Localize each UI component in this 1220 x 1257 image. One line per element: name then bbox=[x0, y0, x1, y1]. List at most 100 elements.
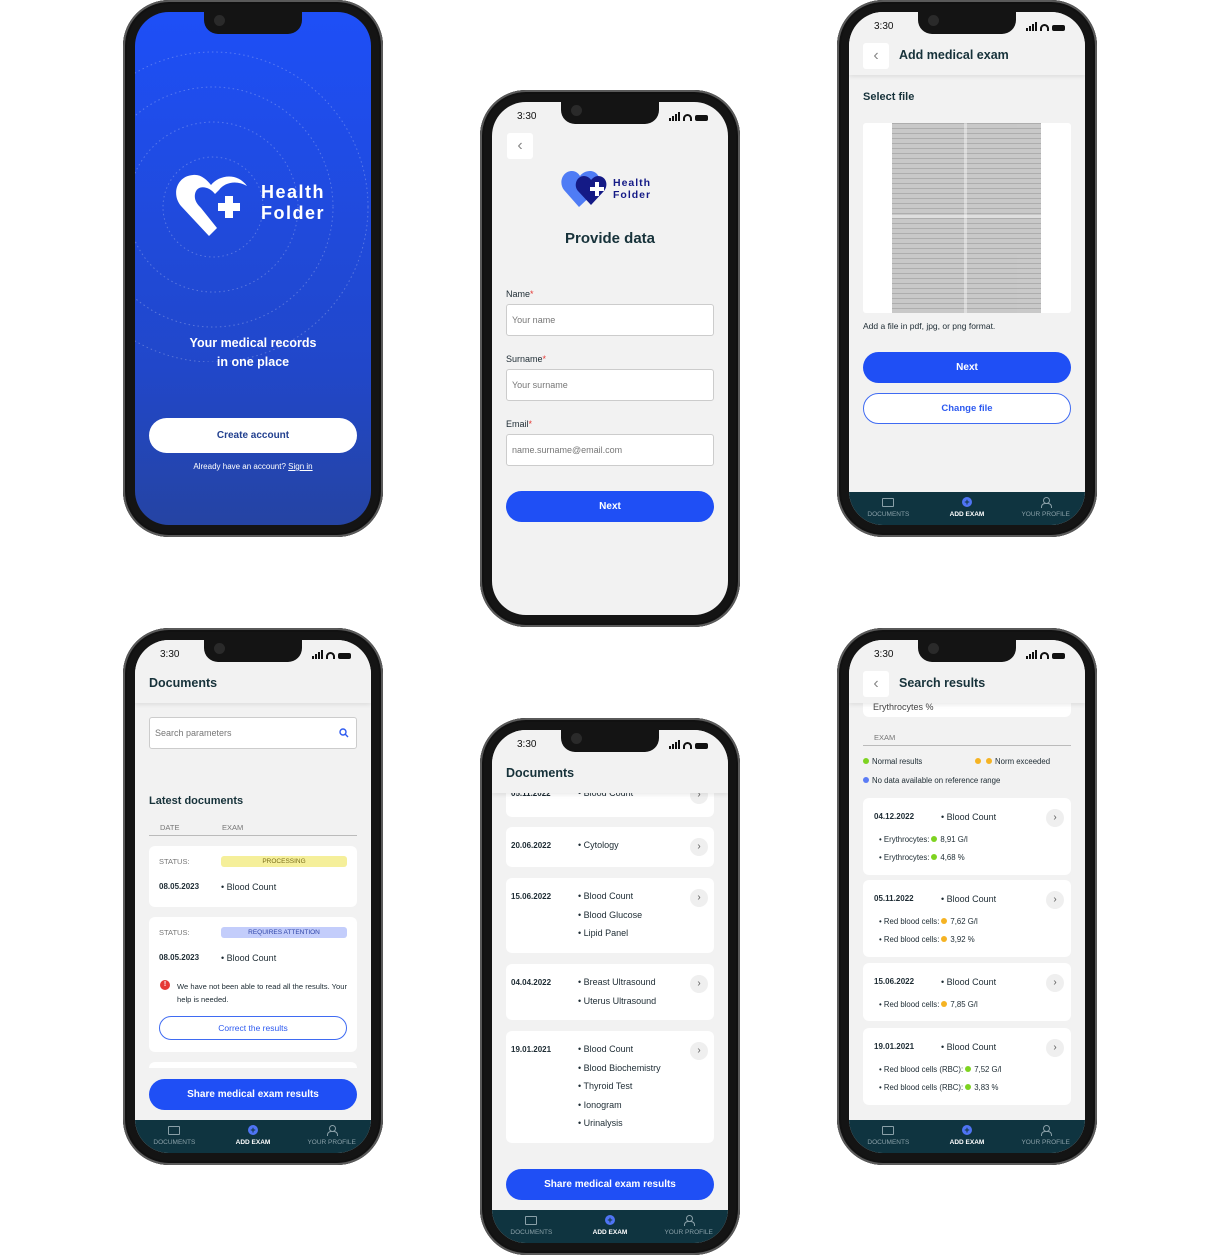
email-input[interactable]: name.surname@email.com bbox=[506, 434, 714, 466]
nav-item-your-profile[interactable]: YOUR PROFILE bbox=[1006, 492, 1085, 525]
folder-icon bbox=[849, 1124, 928, 1136]
wifi-icon bbox=[1040, 24, 1049, 31]
result-label: • Red blood cells: bbox=[879, 1000, 940, 1009]
result-date: 19.01.2021 bbox=[874, 1042, 915, 1051]
next-button[interactable]: Next bbox=[506, 491, 714, 522]
signal-icon bbox=[1026, 22, 1037, 31]
exam-name: • Thyroid Test bbox=[578, 1081, 633, 1091]
result-row: • Red blood cells: 7,85 G/l bbox=[879, 1000, 978, 1009]
exam-name: • Cytology bbox=[578, 840, 619, 850]
result-label: • Red blood cells: bbox=[879, 935, 940, 944]
nav-item-your-profile[interactable]: YOUR PROFILE bbox=[1006, 1120, 1085, 1153]
nav-label: DOCUMENTS bbox=[153, 1139, 196, 1146]
result-card[interactable]: 04.12.2022 • Blood Count › • Erythrocytes: 8… bbox=[863, 798, 1071, 875]
normal-dot-icon bbox=[931, 836, 938, 842]
exam-name: • Blood Count bbox=[941, 977, 997, 987]
nav-item-documents[interactable]: DOCUMENTS bbox=[849, 492, 928, 525]
heart-logo-icon bbox=[561, 171, 607, 207]
correct-results-button[interactable]: Correct the results bbox=[159, 1016, 347, 1040]
result-date: 04.12.2022 bbox=[874, 812, 915, 821]
legend-exceeded: Norm exceeded bbox=[973, 757, 1050, 766]
battery-icon bbox=[695, 115, 708, 121]
notch bbox=[204, 12, 302, 34]
phone-add-exam: 3:30 ‹ Add medical exam Select file Add … bbox=[837, 0, 1097, 537]
plus-circle-icon: + bbox=[214, 1124, 293, 1136]
folder-shape bbox=[882, 1125, 895, 1135]
search-input[interactable]: Search parameters bbox=[149, 717, 357, 749]
nav-label: YOUR PROFILE bbox=[664, 1229, 713, 1236]
next-button[interactable]: Next bbox=[863, 352, 1071, 383]
exam-name: • Blood Count bbox=[221, 953, 277, 963]
share-results-button[interactable]: Share medical exam results bbox=[149, 1079, 357, 1110]
battery-icon bbox=[1052, 25, 1065, 31]
exam-name: • Blood Count bbox=[578, 1044, 634, 1054]
select-file-heading: Select file bbox=[863, 91, 915, 103]
nav-item-add-exam[interactable]: + ADD EXAM bbox=[928, 1120, 1007, 1153]
result-value: 7,62 G/l bbox=[950, 917, 978, 926]
nav-item-documents[interactable]: DOCUMENTS bbox=[492, 1210, 571, 1243]
nav-item-add-exam[interactable]: + ADD EXAM bbox=[928, 492, 1007, 525]
page-title: Search results bbox=[899, 676, 986, 690]
document-card[interactable]: 04.04.2022 • Breast Ultrasound • Uterus Ul… bbox=[506, 964, 714, 1020]
exceeded-dot-icon bbox=[941, 918, 948, 924]
splash-screen: Health Folder Your medical records in on… bbox=[135, 12, 371, 525]
phone-documents-list: 3:30 Documents 05.11.2022 • Blood Count › 2… bbox=[480, 718, 740, 1255]
result-card[interactable]: 15.06.2022 • Blood Count › • Red blood cell… bbox=[863, 963, 1071, 1021]
sign-in-link[interactable]: Sign in bbox=[288, 462, 312, 471]
change-file-button[interactable]: Change file bbox=[863, 393, 1071, 424]
document-card[interactable]: STATUS: PROCESSING 08.05.2023 • Blood Co… bbox=[149, 846, 357, 907]
chevron-right-icon[interactable]: › bbox=[690, 1042, 708, 1060]
document-card[interactable]: 15.06.2022 • Blood Count • Blood Glucose • … bbox=[506, 878, 714, 953]
file-preview[interactable] bbox=[863, 123, 1071, 313]
parameter-name: Erythrocytes % bbox=[873, 702, 934, 712]
document-card[interactable]: 19.01.2021 • Blood Count • Blood Biochemis… bbox=[506, 1031, 714, 1143]
nav-label: DOCUMENTS bbox=[867, 1139, 910, 1146]
nav-item-your-profile[interactable]: YOUR PROFILE bbox=[649, 1210, 728, 1243]
document-card[interactable]: 20.06.2022 • Cytology › bbox=[506, 827, 714, 867]
chevron-right-icon[interactable]: › bbox=[1046, 974, 1064, 992]
chevron-right-icon[interactable]: › bbox=[1046, 891, 1064, 909]
create-account-button[interactable]: Create account bbox=[149, 418, 357, 453]
result-row: • Red blood cells (RBC): 7,52 G/l bbox=[879, 1065, 1002, 1074]
tagline-line1: Your medical records bbox=[189, 336, 317, 350]
share-results-button[interactable]: Share medical exam results bbox=[506, 1169, 714, 1200]
divider bbox=[863, 745, 1071, 746]
back-button[interactable]: ‹ bbox=[863, 671, 889, 697]
nav-item-your-profile[interactable]: YOUR PROFILE bbox=[292, 1120, 371, 1153]
document-date: 19.01.2021 bbox=[511, 1045, 552, 1054]
chevron-right-icon[interactable]: › bbox=[1046, 809, 1064, 827]
legend-normal: Normal results bbox=[861, 757, 922, 766]
blue-dot-icon bbox=[863, 777, 869, 783]
document-card[interactable]: STATUS: REQUIRES ATTENTION 08.05.2023 • … bbox=[149, 917, 357, 1052]
green-dot-icon bbox=[863, 758, 869, 764]
exam-name: • Blood Count bbox=[941, 812, 997, 822]
back-button[interactable]: ‹ bbox=[507, 133, 533, 159]
document-date: 15.06.2022 bbox=[511, 892, 552, 901]
result-card[interactable]: 05.11.2022 • Blood Count › • Red blood cell… bbox=[863, 880, 1071, 957]
latest-documents-heading: Latest documents bbox=[149, 795, 244, 807]
nav-item-documents[interactable]: DOCUMENTS bbox=[849, 1120, 928, 1153]
brand-name-line1: Health bbox=[613, 177, 652, 189]
back-button[interactable]: ‹ bbox=[863, 43, 889, 69]
user-shape bbox=[327, 1124, 339, 1136]
chevron-right-icon[interactable]: › bbox=[690, 975, 708, 993]
search-icon[interactable] bbox=[339, 728, 349, 738]
chevron-right-icon[interactable]: › bbox=[1046, 1039, 1064, 1057]
nav-item-documents[interactable]: DOCUMENTS bbox=[135, 1120, 214, 1153]
wifi-icon bbox=[1040, 652, 1049, 659]
result-card[interactable]: 19.01.2021 • Blood Count › • Red blood cell… bbox=[863, 1028, 1071, 1105]
orange-dot-icon bbox=[975, 758, 981, 764]
user-icon bbox=[649, 1214, 728, 1226]
name-input[interactable]: Your name bbox=[506, 304, 714, 336]
chevron-right-icon[interactable]: › bbox=[690, 838, 708, 856]
exam-name: • Uterus Ultrasound bbox=[578, 995, 657, 1006]
notch bbox=[561, 730, 659, 752]
result-value: 3,83 % bbox=[974, 1083, 999, 1092]
surname-input[interactable]: Your surname bbox=[506, 369, 714, 401]
brand-name-line1: Health bbox=[261, 182, 326, 202]
nav-item-add-exam[interactable]: + ADD EXAM bbox=[571, 1210, 650, 1243]
divider bbox=[149, 835, 357, 836]
nav-item-add-exam[interactable]: + ADD EXAM bbox=[214, 1120, 293, 1153]
exam-name: • Blood Glucose bbox=[578, 909, 643, 920]
chevron-right-icon[interactable]: › bbox=[690, 889, 708, 907]
